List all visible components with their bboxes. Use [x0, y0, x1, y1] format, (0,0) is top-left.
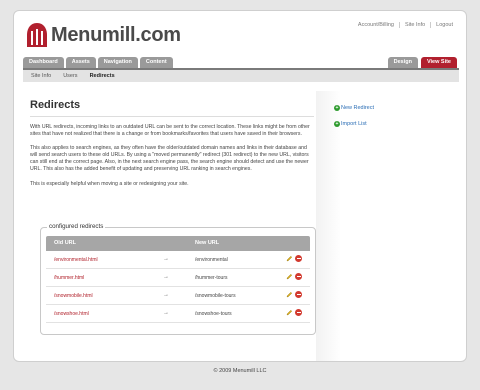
logo[interactable]: Menumill.com: [26, 21, 181, 49]
table-row: /snowshoe.html → /snowshoe-tours: [46, 305, 310, 323]
new-url: /snowshoe-tours: [195, 311, 232, 317]
old-url[interactable]: /hummer.html: [54, 275, 84, 281]
new-redirect-label: New Redirect: [341, 105, 375, 111]
arrow-icon: →: [163, 256, 169, 262]
actions-sidebar: + New Redirect + Import List: [316, 91, 456, 361]
new-url: /environmental: [195, 257, 228, 263]
plus-icon: +: [334, 121, 340, 127]
table-row: /snowmobile.html → /snowmobile-tours: [46, 287, 310, 305]
panel-legend: configured redirects: [47, 223, 106, 230]
subnav-users[interactable]: Users: [63, 73, 77, 79]
arrow-icon: →: [163, 310, 169, 316]
edit-pencil-icon[interactable]: [286, 291, 293, 298]
delete-icon[interactable]: [295, 273, 302, 280]
edit-pencil-icon[interactable]: [286, 309, 293, 316]
intro-paragraph-1: With URL redirects, incoming links to an…: [30, 124, 310, 138]
right-tabs: Design View Site: [385, 57, 457, 68]
account-links: Account/Billing Site Info Logout: [353, 22, 458, 28]
subnav-site-info[interactable]: Site Info: [31, 73, 51, 79]
table-row: /environmental.html → /environmental: [46, 251, 310, 269]
table-row: /hummer.html → /hummer-tours: [46, 269, 310, 287]
tab-assets[interactable]: Assets: [65, 57, 96, 68]
configured-redirects-panel: configured redirects Old URL New URL /en…: [40, 223, 316, 335]
main-content: Redirects With URL redirects, incoming l…: [30, 99, 314, 188]
arrow-icon: →: [163, 292, 169, 298]
main-tabs: Dashboard Assets Navigation Content: [23, 57, 175, 68]
new-url: /hummer-tours: [195, 275, 228, 281]
delete-icon[interactable]: [295, 291, 302, 298]
menumill-logo-icon: [26, 22, 48, 48]
logout-link[interactable]: Logout: [430, 22, 458, 28]
old-url[interactable]: /environmental.html: [54, 257, 98, 263]
new-url-header: New URL: [195, 240, 220, 246]
table-header: Old URL New URL: [46, 236, 310, 251]
sub-navigation: Site Info Users Redirects: [23, 68, 459, 82]
import-list-link[interactable]: + Import List: [334, 121, 367, 127]
tab-navigation[interactable]: Navigation: [97, 57, 138, 68]
page-title: Redirects: [30, 99, 314, 117]
tab-view-site[interactable]: View Site: [420, 57, 457, 68]
logo-text: Menumill.com: [51, 23, 181, 46]
edit-pencil-icon[interactable]: [286, 255, 293, 262]
new-url: /snowmobile-tours: [195, 293, 236, 299]
old-url[interactable]: /snowmobile.html: [54, 293, 93, 299]
import-list-label: Import List: [341, 121, 367, 127]
old-url-header: Old URL: [54, 240, 76, 246]
site-info-link[interactable]: Site Info: [398, 22, 430, 28]
tab-dashboard[interactable]: Dashboard: [23, 57, 64, 68]
new-redirect-link[interactable]: + New Redirect: [334, 105, 374, 111]
plus-icon: +: [334, 105, 340, 111]
edit-pencil-icon[interactable]: [286, 273, 293, 280]
footer-copyright: © 2009 Menumill LLC: [213, 368, 267, 374]
subnav-redirects[interactable]: Redirects: [90, 73, 115, 79]
delete-icon[interactable]: [295, 255, 302, 262]
redirects-table: Old URL New URL /environmental.html → /e…: [46, 236, 310, 323]
delete-icon[interactable]: [295, 309, 302, 316]
old-url[interactable]: /snowshoe.html: [54, 311, 89, 317]
arrow-icon: →: [163, 274, 169, 280]
tab-design[interactable]: Design: [387, 57, 418, 68]
tab-content[interactable]: Content: [139, 57, 173, 68]
intro-paragraph-2: This also applies to search engines, as …: [30, 145, 309, 173]
account-billing-link[interactable]: Account/Billing: [353, 22, 399, 28]
page-card: Menumill.com Account/Billing Site Info L…: [13, 10, 467, 362]
intro-paragraph-3: This is especially helpful when moving a…: [30, 180, 189, 187]
